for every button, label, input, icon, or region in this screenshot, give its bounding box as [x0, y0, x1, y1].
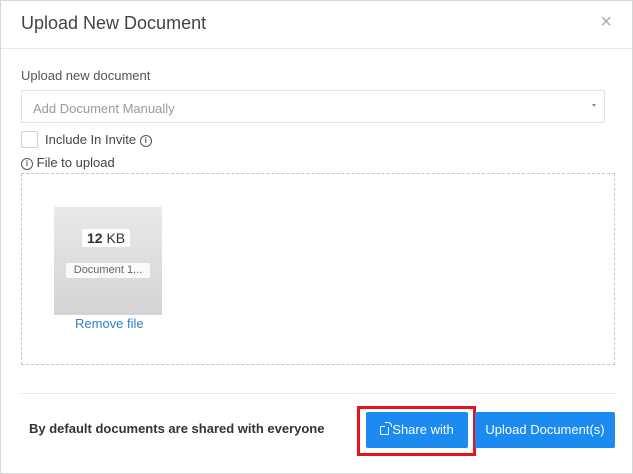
- upload-document-modal: Upload New Document × Upload new documen…: [0, 0, 633, 474]
- include-in-invite-text: Include In Invite: [45, 132, 137, 147]
- document-type-select-value: Add Document Manually: [33, 101, 175, 116]
- modal-title: Upload New Document: [21, 13, 207, 33]
- close-icon[interactable]: ×: [600, 11, 612, 33]
- info-icon: i: [139, 135, 152, 147]
- document-type-select[interactable]: Add Document Manually: [21, 90, 605, 123]
- remove-file-link[interactable]: Remove file: [75, 316, 144, 331]
- share-with-label: Share with: [392, 422, 454, 437]
- upload-documents-button[interactable]: Upload Document(s): [475, 412, 615, 448]
- file-size: 12 KB: [82, 229, 131, 247]
- file-to-upload-text: File to upload: [36, 155, 115, 170]
- file-size-unit: KB: [106, 230, 126, 246]
- share-icon: [380, 422, 393, 435]
- modal-header: Upload New Document ×: [1, 1, 632, 49]
- sharing-note: By default documents are shared with eve…: [29, 421, 325, 436]
- include-in-invite-label: Include In Invite i: [45, 132, 152, 147]
- share-with-button[interactable]: Share with: [366, 412, 468, 448]
- chevron-down-icon: [592, 104, 596, 107]
- footer-divider: [21, 393, 615, 394]
- upload-new-document-label: Upload new document: [21, 68, 151, 83]
- include-in-invite-checkbox[interactable]: [21, 131, 38, 148]
- file-size-value: 12: [87, 230, 103, 246]
- file-name: Document 1...: [66, 263, 150, 278]
- info-icon: i: [21, 158, 33, 170]
- file-preview: 12 KB Document 1...: [54, 207, 162, 315]
- file-to-upload-label: i File to upload: [21, 155, 115, 170]
